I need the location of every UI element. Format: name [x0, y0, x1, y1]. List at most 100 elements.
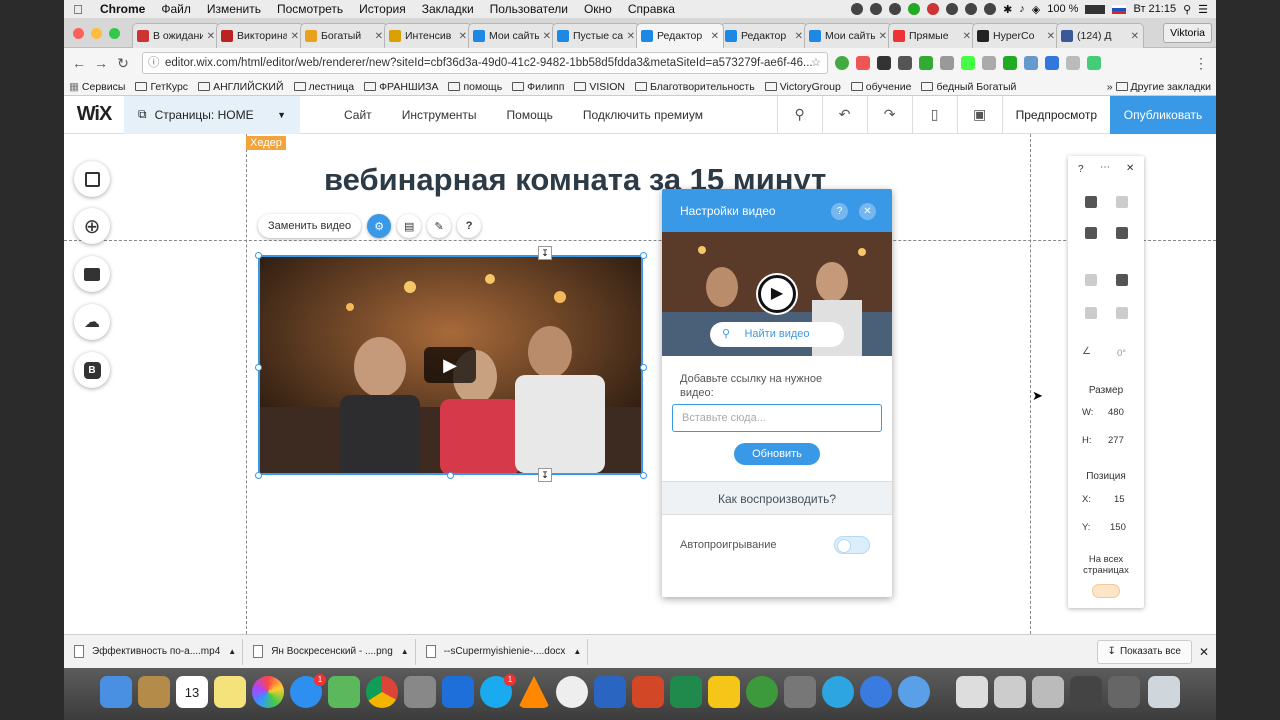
telegram-icon[interactable]: [822, 676, 854, 708]
vlc-icon[interactable]: [518, 676, 550, 708]
extension-icon[interactable]: [1087, 56, 1101, 70]
add-element-button[interactable]: ⊕: [74, 208, 110, 244]
close-window-button[interactable]: [73, 28, 84, 39]
browser-tab[interactable]: Пустые сайты ✕: [552, 23, 640, 48]
document-icon[interactable]: [1032, 676, 1064, 708]
zoom-icon[interactable]: ⚲: [776, 95, 822, 134]
status-icon[interactable]: [965, 3, 978, 15]
browser-tab[interactable]: Интенсив ✕: [384, 23, 472, 48]
panel-help-button[interactable]: ?: [831, 203, 848, 220]
rotate-icon[interactable]: ∠: [1082, 346, 1091, 357]
extension-icon[interactable]: [898, 56, 912, 70]
back-icon[interactable]: ←: [68, 55, 90, 71]
extension-icon[interactable]: [856, 56, 870, 70]
panel-close-button[interactable]: ✕: [859, 203, 876, 220]
document-icon[interactable]: [994, 676, 1026, 708]
menu-bookmarks[interactable]: Закладки: [414, 2, 482, 16]
app-icon[interactable]: [138, 676, 170, 708]
reload-icon[interactable]: ↻: [112, 55, 134, 72]
bookmark-services[interactable]: ▦ Сервисы: [64, 81, 130, 93]
tab-close-icon[interactable]: ✕: [1047, 31, 1055, 42]
chevron-up-icon[interactable]: ▲: [573, 647, 581, 656]
align-icon[interactable]: [1085, 307, 1097, 319]
app-icon[interactable]: [556, 676, 588, 708]
editor-canvas[interactable]: Хедер вебинарная комната за 15 минут ⊕ ☁…: [64, 134, 1216, 634]
resize-handle[interactable]: [447, 472, 454, 479]
width-value[interactable]: 480: [1108, 407, 1124, 418]
arrange-back-icon[interactable]: [1085, 274, 1097, 286]
extension-icon[interactable]: [1066, 56, 1080, 70]
video-url-input[interactable]: Вставьте сюда...: [672, 404, 882, 432]
redo-icon[interactable]: ↷: [866, 95, 912, 134]
spotlight-icon[interactable]: ⚲: [1183, 3, 1191, 16]
bookmark-folder[interactable]: VISION: [569, 81, 630, 93]
arrange-front-icon[interactable]: [1116, 274, 1128, 286]
y-value[interactable]: 150: [1110, 522, 1126, 533]
add-page-button[interactable]: [74, 161, 110, 197]
menu-file[interactable]: Файл: [153, 2, 199, 16]
x-value[interactable]: 15: [1114, 494, 1125, 505]
extension-icon[interactable]: [877, 56, 891, 70]
update-button[interactable]: Обновить: [734, 443, 820, 465]
tab-close-icon[interactable]: ✕: [459, 31, 467, 42]
bookmark-folder[interactable]: ГетКурс: [130, 81, 193, 93]
volume-icon[interactable]: ♪: [1019, 3, 1025, 15]
clock[interactable]: Вт 21:15: [1133, 3, 1176, 15]
tab-close-icon[interactable]: ✕: [711, 31, 719, 42]
chevron-up-icon[interactable]: ▲: [401, 647, 409, 656]
app-icon[interactable]: [784, 676, 816, 708]
app-icon[interactable]: [328, 676, 360, 708]
tab-close-icon[interactable]: ✕: [627, 31, 635, 42]
bookmark-folder[interactable]: лестница: [289, 81, 360, 93]
app-icon[interactable]: [1108, 676, 1140, 708]
resize-handle[interactable]: [640, 472, 647, 479]
stretch-bottom-icon[interactable]: ↧: [538, 468, 552, 482]
browser-tab[interactable]: Прямые ✕: [888, 23, 976, 48]
status-icon[interactable]: [908, 3, 921, 15]
extension-icon[interactable]: [1003, 56, 1017, 70]
menu-view[interactable]: Посмотреть: [269, 2, 351, 16]
rotation-value[interactable]: 0°: [1117, 348, 1126, 359]
battery-icon[interactable]: [1085, 4, 1106, 14]
drag-handle-icon[interactable]: ⋯: [1100, 162, 1110, 173]
resize-handle[interactable]: [255, 364, 262, 371]
resize-handle[interactable]: [255, 252, 262, 259]
status-icon[interactable]: [870, 3, 883, 15]
app-icon[interactable]: [708, 676, 740, 708]
extension-icon[interactable]: [961, 56, 975, 70]
bookmark-folder[interactable]: VictoryGroup: [760, 81, 846, 93]
bookmark-folder[interactable]: бедный Богатый: [916, 81, 1021, 93]
wifi-icon[interactable]: ◈: [1032, 3, 1040, 16]
undo-icon[interactable]: ↶: [821, 95, 867, 134]
tab-close-icon[interactable]: ✕: [1131, 31, 1139, 42]
video-player[interactable]: ▶: [258, 255, 643, 475]
excel-icon[interactable]: [670, 676, 702, 708]
browser-tab[interactable]: Мои сайты ✕: [804, 23, 892, 48]
photos-icon[interactable]: [252, 676, 284, 708]
close-downloads-icon[interactable]: ✕: [1192, 645, 1216, 659]
play-icon[interactable]: ▶: [424, 347, 476, 383]
browser-tab[interactable]: (124) Д ✕: [1056, 23, 1144, 48]
menu-upgrade[interactable]: Подключить премиум: [573, 108, 713, 122]
status-icon[interactable]: [851, 3, 864, 15]
all-pages-toggle[interactable]: [1092, 584, 1120, 598]
address-bar[interactable]: ⓘ editor.wix.com/html/editor/web/rendere…: [142, 52, 828, 74]
download-item[interactable]: Ян Воскресенский - ....png ▲: [247, 638, 416, 665]
design-brush-icon[interactable]: ✎: [427, 214, 452, 238]
forward-icon[interactable]: →: [90, 55, 112, 71]
delete-icon[interactable]: [1116, 227, 1128, 239]
resize-handle[interactable]: [255, 472, 262, 479]
find-video-button[interactable]: ⚲ Найти видео: [710, 322, 844, 347]
help-icon[interactable]: ?: [457, 214, 482, 238]
tab-close-icon[interactable]: ✕: [375, 31, 383, 42]
status-icon[interactable]: [889, 3, 902, 15]
layout-icon[interactable]: ▤: [397, 214, 422, 238]
browser-tab[interactable]: Редактор ✕: [636, 23, 724, 48]
wix-logo[interactable]: WiX: [64, 103, 124, 126]
bookmark-star-icon[interactable]: ☆: [811, 53, 821, 73]
status-icon[interactable]: [946, 3, 959, 15]
info-icon[interactable]: ⓘ: [148, 53, 160, 73]
bookmark-folder[interactable]: помощь: [443, 81, 507, 93]
menu-window[interactable]: Окно: [576, 2, 620, 16]
stretch-top-icon[interactable]: ↧: [538, 246, 552, 260]
